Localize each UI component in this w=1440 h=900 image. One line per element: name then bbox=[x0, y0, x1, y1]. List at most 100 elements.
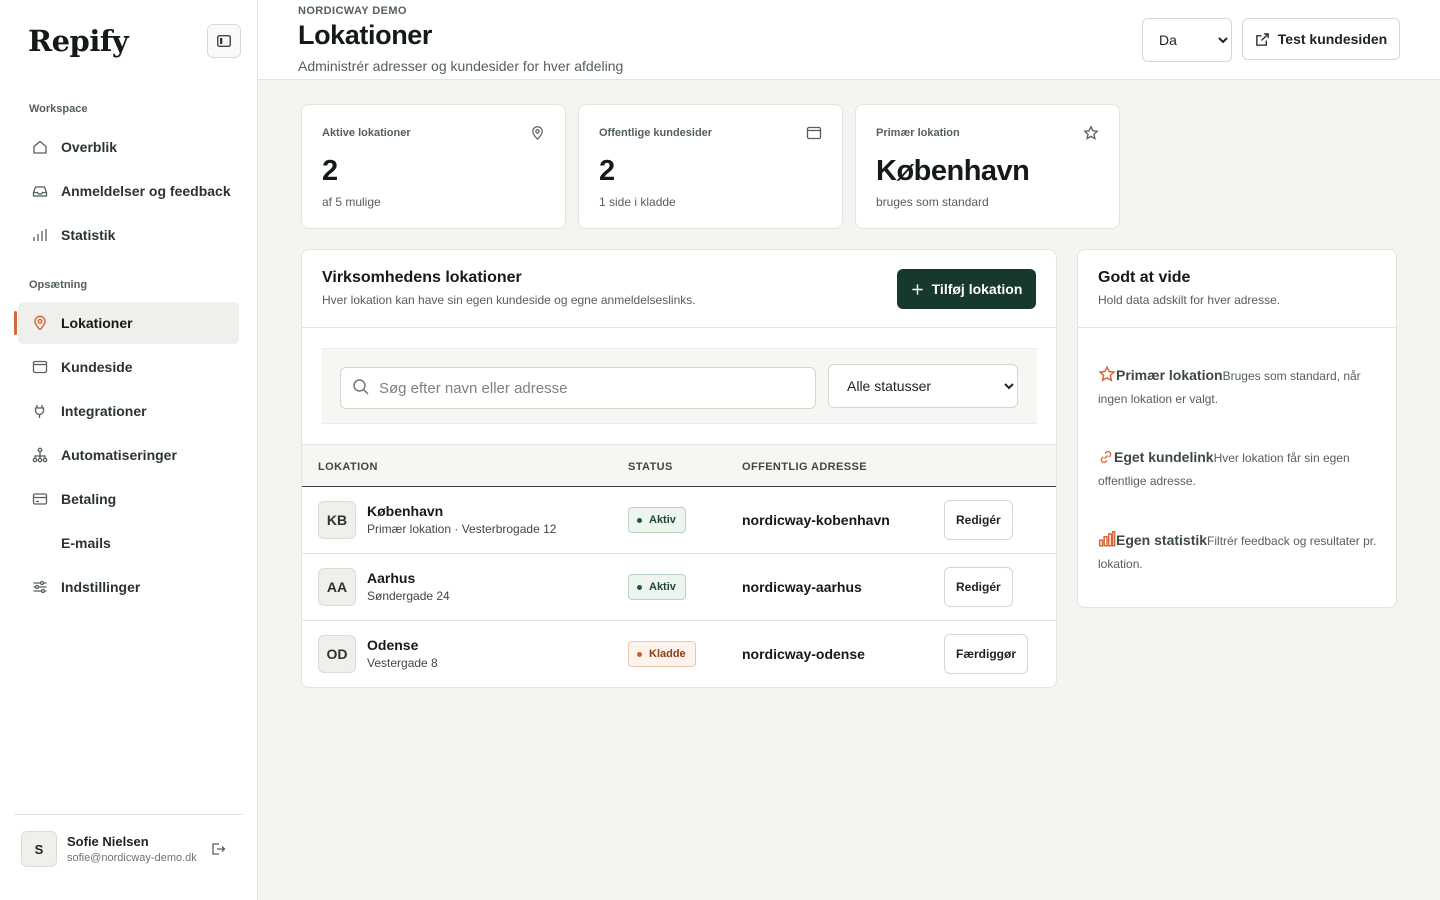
page-title: Lokationer bbox=[298, 20, 433, 50]
table-row[interactable]: OD Odense Vestergade 8 Kladde nordicway-… bbox=[302, 621, 1056, 688]
sidebar-item-emails[interactable]: E-mails bbox=[18, 522, 239, 564]
sidebar-item-indstillinger[interactable]: Indstillinger bbox=[18, 566, 239, 608]
search-input[interactable] bbox=[340, 367, 816, 409]
status-label: Aktiv bbox=[649, 581, 676, 593]
divider bbox=[302, 327, 1056, 328]
status-badge: Aktiv bbox=[628, 574, 686, 600]
info-item-title: Egen statistik bbox=[1116, 532, 1208, 548]
sidebar-item-overblik[interactable]: Overblik bbox=[18, 126, 239, 168]
sidebar-item-betaling[interactable]: Betaling bbox=[18, 478, 239, 520]
email-icon-placeholder bbox=[31, 534, 49, 552]
browser-icon bbox=[31, 358, 49, 376]
plus-icon bbox=[912, 283, 923, 295]
avatar[interactable]: S bbox=[21, 831, 57, 867]
stat-sub: bruges som standard bbox=[876, 195, 989, 209]
column-header-status: STATUS bbox=[628, 461, 673, 473]
map-pin-icon bbox=[530, 125, 545, 146]
browser-icon bbox=[806, 125, 822, 146]
status-badge: Kladde bbox=[628, 641, 696, 667]
public-address: nordicway-odense bbox=[742, 646, 865, 662]
public-address: nordicway-aarhus bbox=[742, 579, 862, 595]
info-item-customer-link: Eget kundelinkHver lokation får sin egen… bbox=[1098, 446, 1380, 493]
sidebar-item-kundeside[interactable]: Kundeside bbox=[18, 346, 239, 388]
test-customer-page-label: Test kundesiden bbox=[1277, 31, 1388, 47]
column-header-location: LOKATION bbox=[318, 461, 378, 473]
stat-label: Aktive lokationer bbox=[322, 127, 411, 139]
sidebar-item-anmeldelser[interactable]: Anmeldelser og feedback bbox=[18, 170, 239, 212]
sidebar-item-label: Betaling bbox=[61, 491, 117, 507]
sidebar-item-statistik[interactable]: Statistik bbox=[18, 214, 239, 256]
column-header-public-address: OFFENTLIG ADRESSE bbox=[742, 461, 867, 473]
location-initials: KB bbox=[318, 501, 356, 539]
stat-sub: 1 side i kladde bbox=[599, 195, 676, 209]
stat-value: København bbox=[876, 155, 1030, 187]
external-link-icon bbox=[1256, 32, 1269, 46]
table-row[interactable]: AA Aarhus Søndergade 24 Aktiv nordicway-… bbox=[302, 554, 1056, 621]
stat-label: Offentlige kundesider bbox=[599, 127, 713, 139]
stat-sub: af 5 mulige bbox=[322, 195, 381, 209]
panel-title: Virksomhedens lokationer bbox=[322, 269, 522, 286]
sidebar-item-integrationer[interactable]: Integrationer bbox=[18, 390, 239, 432]
status-badge: Aktiv bbox=[628, 507, 686, 533]
status-dot bbox=[637, 584, 642, 590]
collapse-sidebar-button[interactable] bbox=[207, 24, 241, 58]
location-initials: AA bbox=[318, 568, 356, 606]
info-item-title: Eget kundelink bbox=[1114, 449, 1214, 465]
section-label-workspace: Workspace bbox=[29, 103, 88, 115]
edit-button[interactable]: Redigér bbox=[944, 500, 1013, 540]
sidebar-item-label: E-mails bbox=[61, 535, 111, 551]
table-row[interactable]: KB København Primær lokation · Vesterbro… bbox=[302, 487, 1056, 554]
sidebar: Repify Workspace Overblik Anmeldelser og… bbox=[0, 0, 258, 900]
plug-icon bbox=[31, 402, 49, 420]
location-name: Odense bbox=[367, 637, 419, 653]
star-icon bbox=[1098, 365, 1116, 382]
finish-button[interactable]: Færdiggør bbox=[944, 634, 1028, 674]
sidebar-item-label: Automatiseringer bbox=[61, 447, 177, 463]
sidebar-item-label: Overblik bbox=[61, 139, 118, 155]
filter-bar: Alle statusser bbox=[322, 348, 1037, 424]
stat-value: 2 bbox=[322, 155, 338, 187]
page-header: NORDICWAY DEMO Lokationer Administrér ad… bbox=[258, 0, 1440, 80]
stat-card-public-pages: Offentlige kundesider 2 1 side i kladde bbox=[578, 104, 843, 229]
sidebar-toggle-icon bbox=[217, 35, 231, 47]
status-label: Aktiv bbox=[649, 514, 676, 526]
sidebar-item-label: Integrationer bbox=[61, 403, 147, 419]
stat-label: Primær lokation bbox=[876, 127, 960, 139]
workflow-icon bbox=[31, 446, 49, 464]
language-select[interactable]: Da bbox=[1142, 18, 1232, 62]
test-customer-page-button[interactable]: Test kundesiden bbox=[1242, 18, 1400, 60]
sidebar-item-label: Lokationer bbox=[61, 315, 133, 331]
status-filter-select[interactable]: Alle statusser bbox=[828, 364, 1018, 408]
location-address: Primær lokation · Vesterbrogade 12 bbox=[367, 522, 557, 536]
sidebar-item-label: Kundeside bbox=[61, 359, 133, 375]
locations-panel: Virksomhedens lokationer Hver lokation k… bbox=[301, 249, 1057, 688]
stat-card-primary-location: Primær lokation København bruges som sta… bbox=[855, 104, 1120, 229]
divider bbox=[1078, 327, 1396, 328]
sliders-icon bbox=[31, 578, 49, 596]
status-label: Kladde bbox=[649, 648, 686, 660]
user-email: sofie@nordicway-demo.dk bbox=[67, 852, 197, 864]
logout-icon bbox=[212, 843, 226, 855]
section-label-opsaetning: Opsætning bbox=[29, 279, 88, 291]
map-pin-icon bbox=[31, 314, 49, 332]
edit-button[interactable]: Redigér bbox=[944, 567, 1013, 607]
inbox-icon bbox=[31, 182, 49, 200]
star-icon bbox=[1083, 125, 1099, 146]
sidebar-item-automatiseringer[interactable]: Automatiseringer bbox=[18, 434, 239, 476]
info-panel-title: Godt at vide bbox=[1098, 269, 1191, 286]
logout-button[interactable] bbox=[210, 841, 226, 862]
info-item-own-statistics: Egen statistikFiltrér feedback og result… bbox=[1098, 529, 1380, 576]
sidebar-item-label: Indstillinger bbox=[61, 579, 141, 595]
sidebar-item-lokationer[interactable]: Lokationer bbox=[14, 302, 239, 344]
info-item-primary-location: Primær lokationBruges som standard, når … bbox=[1098, 364, 1380, 411]
user-name: Sofie Nielsen bbox=[67, 834, 149, 849]
location-name: København bbox=[367, 503, 444, 519]
workspace-name: NORDICWAY DEMO bbox=[298, 5, 407, 17]
link-icon bbox=[1100, 450, 1112, 464]
location-address: Vestergade 8 bbox=[367, 656, 438, 670]
sidebar-item-label: Statistik bbox=[61, 227, 116, 243]
info-panel: Godt at vide Hold data adskilt for hver … bbox=[1077, 249, 1397, 608]
brand-logo[interactable]: Repify bbox=[28, 24, 129, 58]
add-location-button[interactable]: Tilføj lokation bbox=[897, 269, 1036, 309]
search-icon bbox=[352, 378, 370, 401]
